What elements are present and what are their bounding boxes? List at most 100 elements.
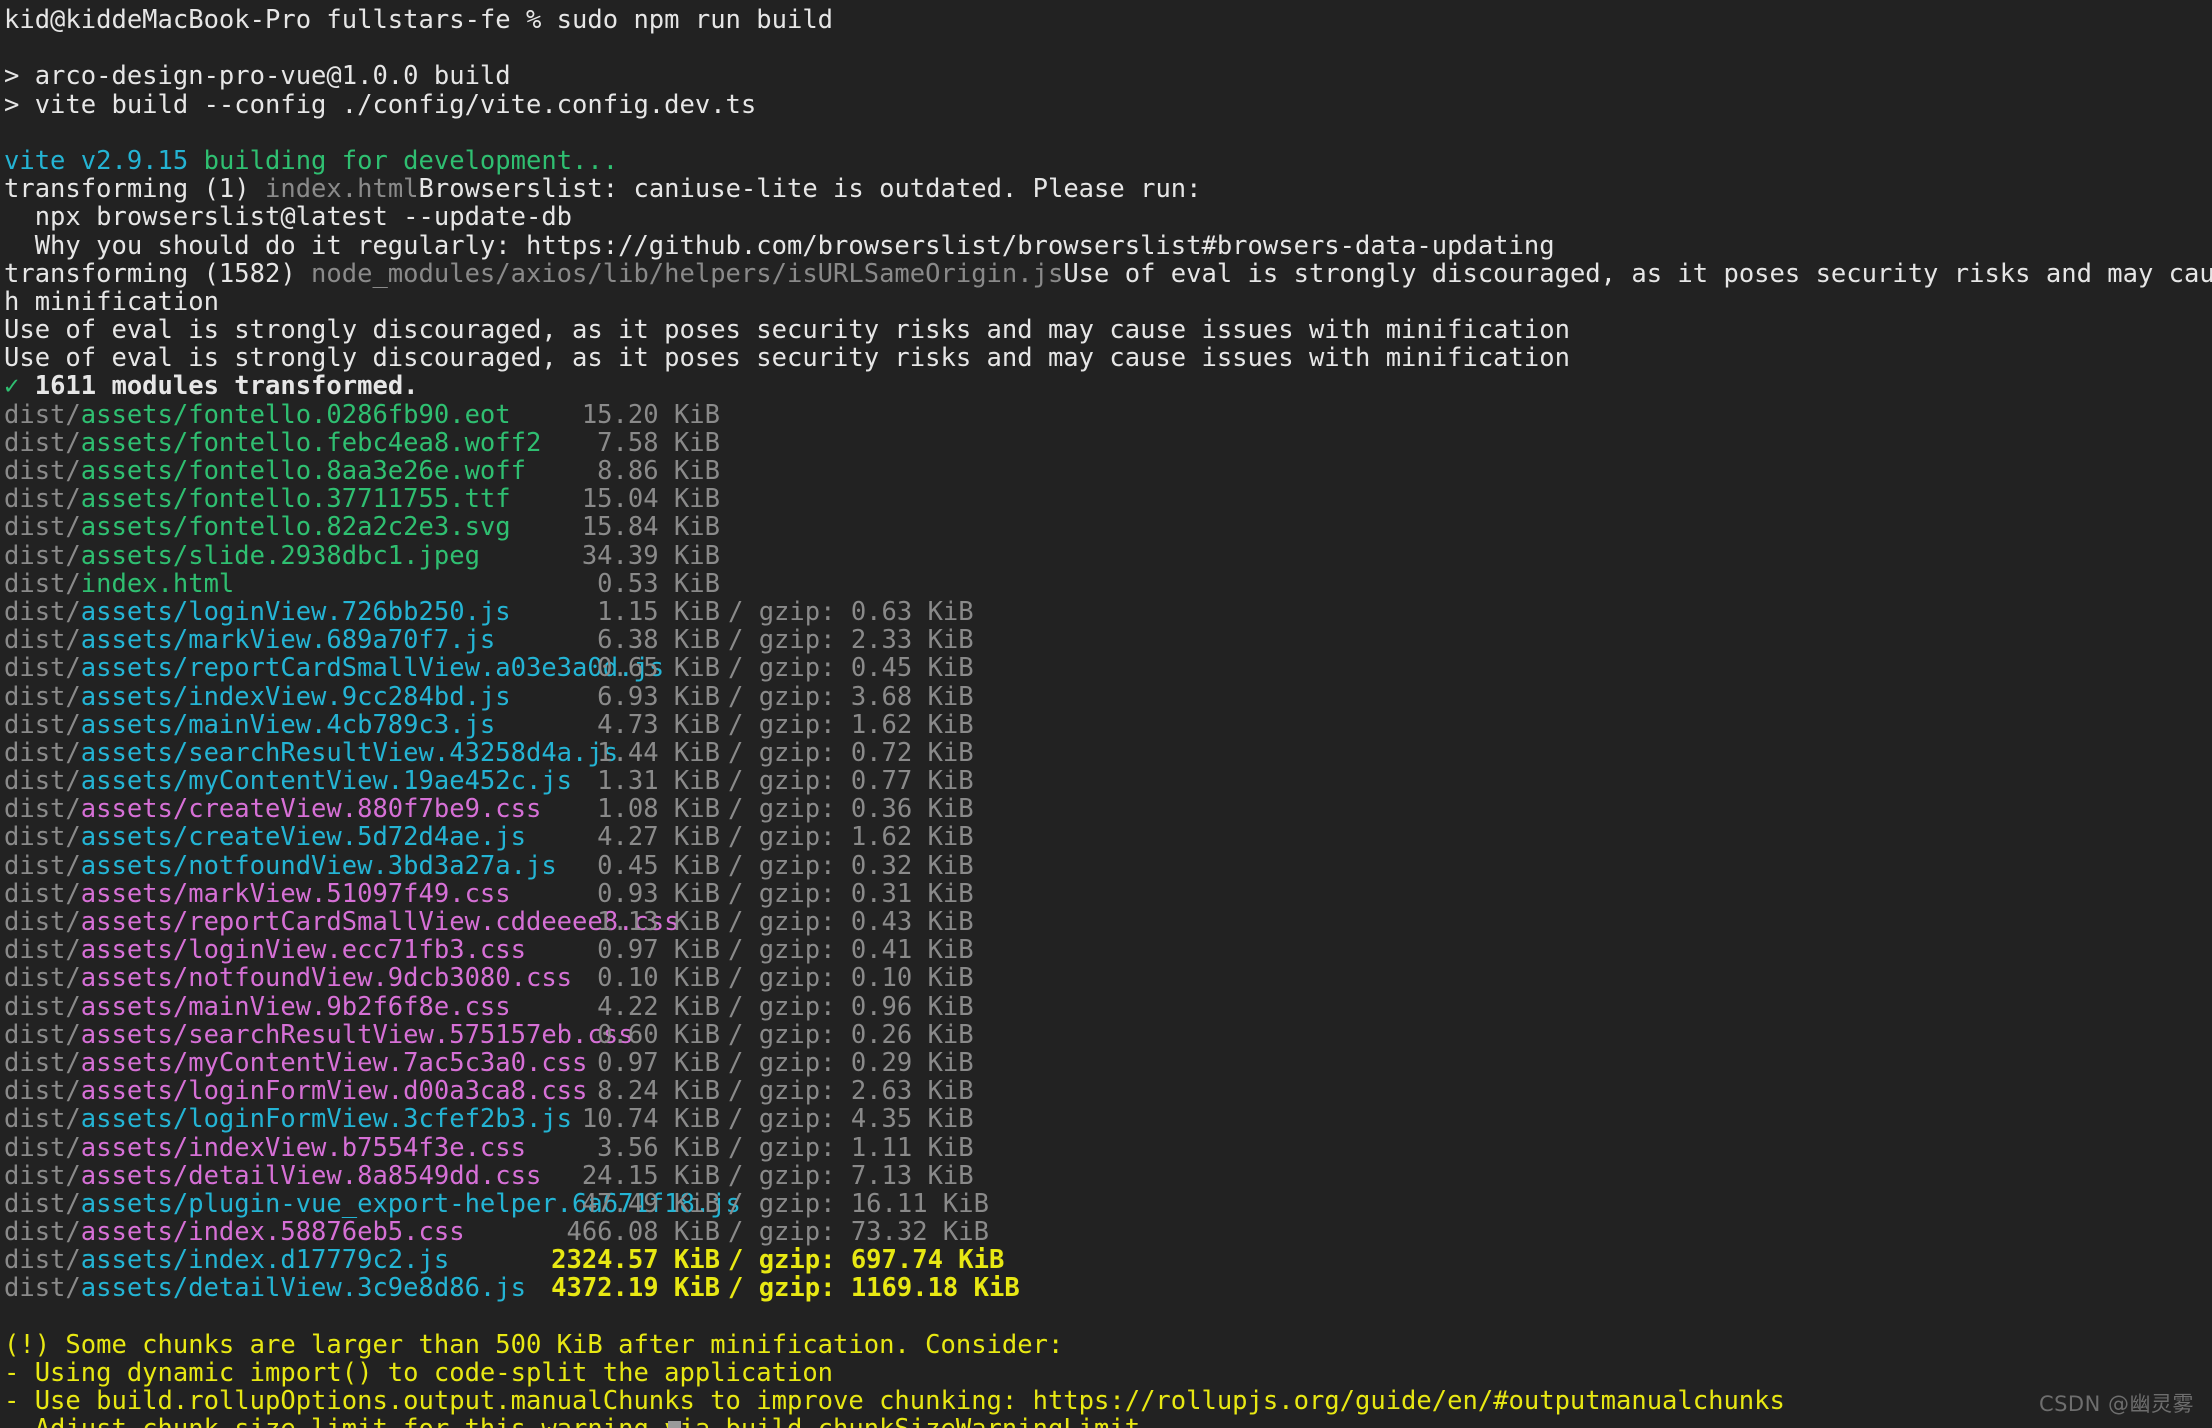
file-dir: dist/ — [4, 1160, 81, 1191]
file-name: assets/fontello.8aa3e26e.woff — [80, 456, 526, 486]
chunk-warning-text-2: - Using dynamic import() to code-split t… — [4, 1358, 834, 1388]
file-size: 1.13 KiB — [597, 907, 720, 937]
file-dir: dist/ — [4, 737, 81, 768]
build-output-row: dist/assets/loginView.726bb250.js 1.15 Ki… — [4, 598, 2212, 626]
file-gzip-size: / gzip: 0.36 KiB — [728, 794, 974, 825]
file-size: 0.53 KiB — [597, 568, 720, 599]
file-size: 2324.57 KiB — [551, 1245, 720, 1276]
build-output-row: dist/assets/reportCardSmallView.a03e3a0d… — [4, 654, 2212, 682]
vite-command-line: > vite build --config ./config/vite.conf… — [4, 89, 2212, 120]
check-icon: ✓ — [4, 371, 20, 402]
build-output-row: dist/assets/loginFormView.3cfef2b3.js 10.… — [4, 1105, 2212, 1133]
file-dir: dist/ — [4, 878, 81, 909]
file-gzip-size: / gzip: 697.74 KiB — [728, 1245, 1005, 1276]
file-gzip-size: / gzip: 0.31 KiB — [728, 878, 974, 909]
file-gzip-size: / gzip: 0.32 KiB — [728, 850, 974, 881]
file-size: 6.93 KiB — [597, 681, 720, 712]
transforming-1582-file: node_modules/axios/lib/helpers/isURLSame… — [311, 258, 1064, 289]
build-output-row: dist/assets/loginView.ecc71fb3.css 0.97 K… — [4, 936, 2212, 964]
file-gzip-size: / gzip: 0.72 KiB — [728, 737, 974, 768]
file-name: assets/notfoundView.9dcb3080.css — [80, 963, 573, 994]
file-size: 15.04 KiB — [581, 484, 720, 515]
eval-warning-line-3: Use of eval is strongly discouraged, as … — [4, 344, 2212, 372]
terminal-window[interactable]: kid@kiddeMacBook-Pro fullstars-fe % sudo… — [0, 0, 2212, 1428]
browserslist-why: Why you should do it regularly: https://… — [4, 230, 1555, 261]
eval-warning-2: Use of eval is strongly discouraged, as … — [4, 315, 1570, 346]
eval-warning-wrap-line: h minification — [4, 288, 2212, 316]
file-size: 466.08 KiB — [566, 1217, 720, 1248]
vite-version-line: vite v2.9.15 building for development... — [4, 147, 2212, 175]
chunk-warning-text-3: - Use build.rollupOptions.output.manualC… — [4, 1386, 1785, 1417]
file-size: 4.22 KiB — [597, 991, 720, 1022]
file-name: assets/loginFormView.3cfef2b3.js — [80, 1104, 573, 1135]
modules-transformed-line: ✓ 1611 modules transformed. — [4, 372, 2212, 400]
chunk-warning-line-4: - Adjust chunk size limit for this warni… — [4, 1415, 2212, 1428]
chunk-warning-text-4: - Adjust chunk size limit for this warni… — [4, 1414, 1155, 1428]
vite-building-label: building for development... — [203, 145, 619, 176]
file-size: 8.86 KiB — [597, 456, 720, 486]
chunk-warning-line-1: (!) Some chunks are larger than 500 KiB … — [4, 1331, 2212, 1359]
build-output-row: dist/assets/slide.2938dbc1.jpeg 34.39 KiB — [4, 541, 2212, 569]
file-gzip-size: / gzip: 0.45 KiB — [728, 653, 974, 684]
file-name: assets/fontello.febc4ea8.woff2 — [80, 427, 542, 458]
file-dir: dist/ — [4, 907, 81, 937]
file-gzip-size: / gzip: 2.63 KiB — [728, 1076, 974, 1107]
file-gzip-size: / gzip: 0.41 KiB — [728, 935, 974, 966]
file-gzip-size: / gzip: 3.68 KiB — [728, 681, 974, 712]
file-size: 0.10 KiB — [597, 963, 720, 994]
build-output-row: dist/assets/index.58876eb5.css 466.08 KiB… — [4, 1218, 2212, 1246]
browserslist-command: npx browserslist@latest --update-db — [4, 202, 573, 233]
browserslist-why-line: Why you should do it regularly: https://… — [4, 230, 2212, 261]
file-gzip-size: / gzip: 1169.18 KiB — [728, 1273, 1020, 1304]
file-dir: dist/ — [4, 625, 81, 656]
build-output-row: dist/assets/notfoundView.9dcb3080.css 0.1… — [4, 964, 2212, 992]
vite-command-text: > vite build --config ./config/vite.conf… — [4, 89, 757, 120]
file-name: assets/myContentView.19ae452c.js — [80, 766, 573, 797]
file-size: 0.60 KiB — [597, 1019, 720, 1050]
file-dir: dist/ — [4, 1019, 81, 1050]
file-size: 0.97 KiB — [597, 935, 720, 966]
file-dir: dist/ — [4, 653, 81, 684]
file-dir: dist/ — [4, 512, 81, 543]
file-gzip-size: / gzip: 1.62 KiB — [728, 709, 974, 740]
build-output-row: dist/index.html 0.53 KiB — [4, 570, 2212, 598]
build-output-row: dist/assets/fontello.febc4ea8.woff2 7.58 … — [4, 429, 2212, 457]
file-name: assets/index.58876eb5.css — [80, 1217, 465, 1248]
chunk-warning-line-2: - Using dynamic import() to code-split t… — [4, 1359, 2212, 1387]
file-dir: dist/ — [4, 399, 81, 430]
file-size: 4.73 KiB — [597, 709, 720, 740]
file-size: 0.97 KiB — [597, 1047, 720, 1078]
build-output-row: dist/assets/markView.51097f49.css 0.93 Ki… — [4, 880, 2212, 908]
build-output-row: dist/assets/indexView.9cc284bd.js 6.93 Ki… — [4, 681, 2212, 712]
file-dir: dist/ — [4, 794, 81, 825]
build-output-row: dist/assets/fontello.37711755.ttf 15.04 K… — [4, 485, 2212, 513]
file-size: 8.24 KiB — [597, 1076, 720, 1107]
file-dir: dist/ — [4, 1047, 81, 1078]
eval-warning-line-2: Use of eval is strongly discouraged, as … — [4, 316, 2212, 344]
file-dir: dist/ — [4, 850, 81, 881]
build-output-row: dist/assets/mainView.4cb789c3.js 4.73 KiB… — [4, 709, 2212, 740]
file-gzip-size: / gzip: 0.29 KiB — [728, 1047, 974, 1078]
build-output-row: dist/assets/createView.880f7be9.css 1.08 … — [4, 795, 2212, 823]
eval-warning-wrap: h minification — [4, 286, 219, 317]
npm-script-line: > arco-design-pro-vue@1.0.0 build — [4, 62, 2212, 90]
build-output-row: dist/assets/loginFormView.d00a3ca8.css 8.… — [4, 1077, 2212, 1105]
file-size: 7.58 KiB — [597, 427, 720, 458]
file-gzip-size: / gzip: 0.96 KiB — [728, 991, 974, 1022]
file-gzip-size: / gzip: 0.43 KiB — [728, 907, 974, 937]
chunk-warning-line-3: - Use build.rollupOptions.output.manualC… — [4, 1387, 2212, 1415]
browserslist-warning: Browserslist: caniuse-lite is outdated. … — [418, 174, 1202, 205]
file-name: assets/searchResultView.43258d4a.js — [80, 737, 619, 768]
transforming-1-line: transforming (1) index.htmlBrowserslist:… — [4, 175, 2212, 203]
file-gzip-size: / gzip: 0.63 KiB — [728, 596, 974, 627]
build-output-row: dist/assets/notfoundView.3bd3a27a.js 0.45… — [4, 850, 2212, 881]
build-output-row: dist/assets/index.d17779c2.js 2324.57 KiB… — [4, 1246, 2212, 1274]
npm-script-text: > arco-design-pro-vue@1.0.0 build — [4, 61, 511, 92]
file-name: assets/fontello.37711755.ttf — [80, 484, 511, 515]
file-gzip-size: / gzip: 0.77 KiB — [728, 766, 974, 797]
file-dir: dist/ — [4, 1076, 81, 1107]
file-name: assets/indexView.9cc284bd.js — [80, 681, 511, 712]
file-dir: dist/ — [4, 1104, 81, 1135]
build-output-row: dist/assets/createView.5d72d4ae.js 4.27 K… — [4, 823, 2212, 851]
